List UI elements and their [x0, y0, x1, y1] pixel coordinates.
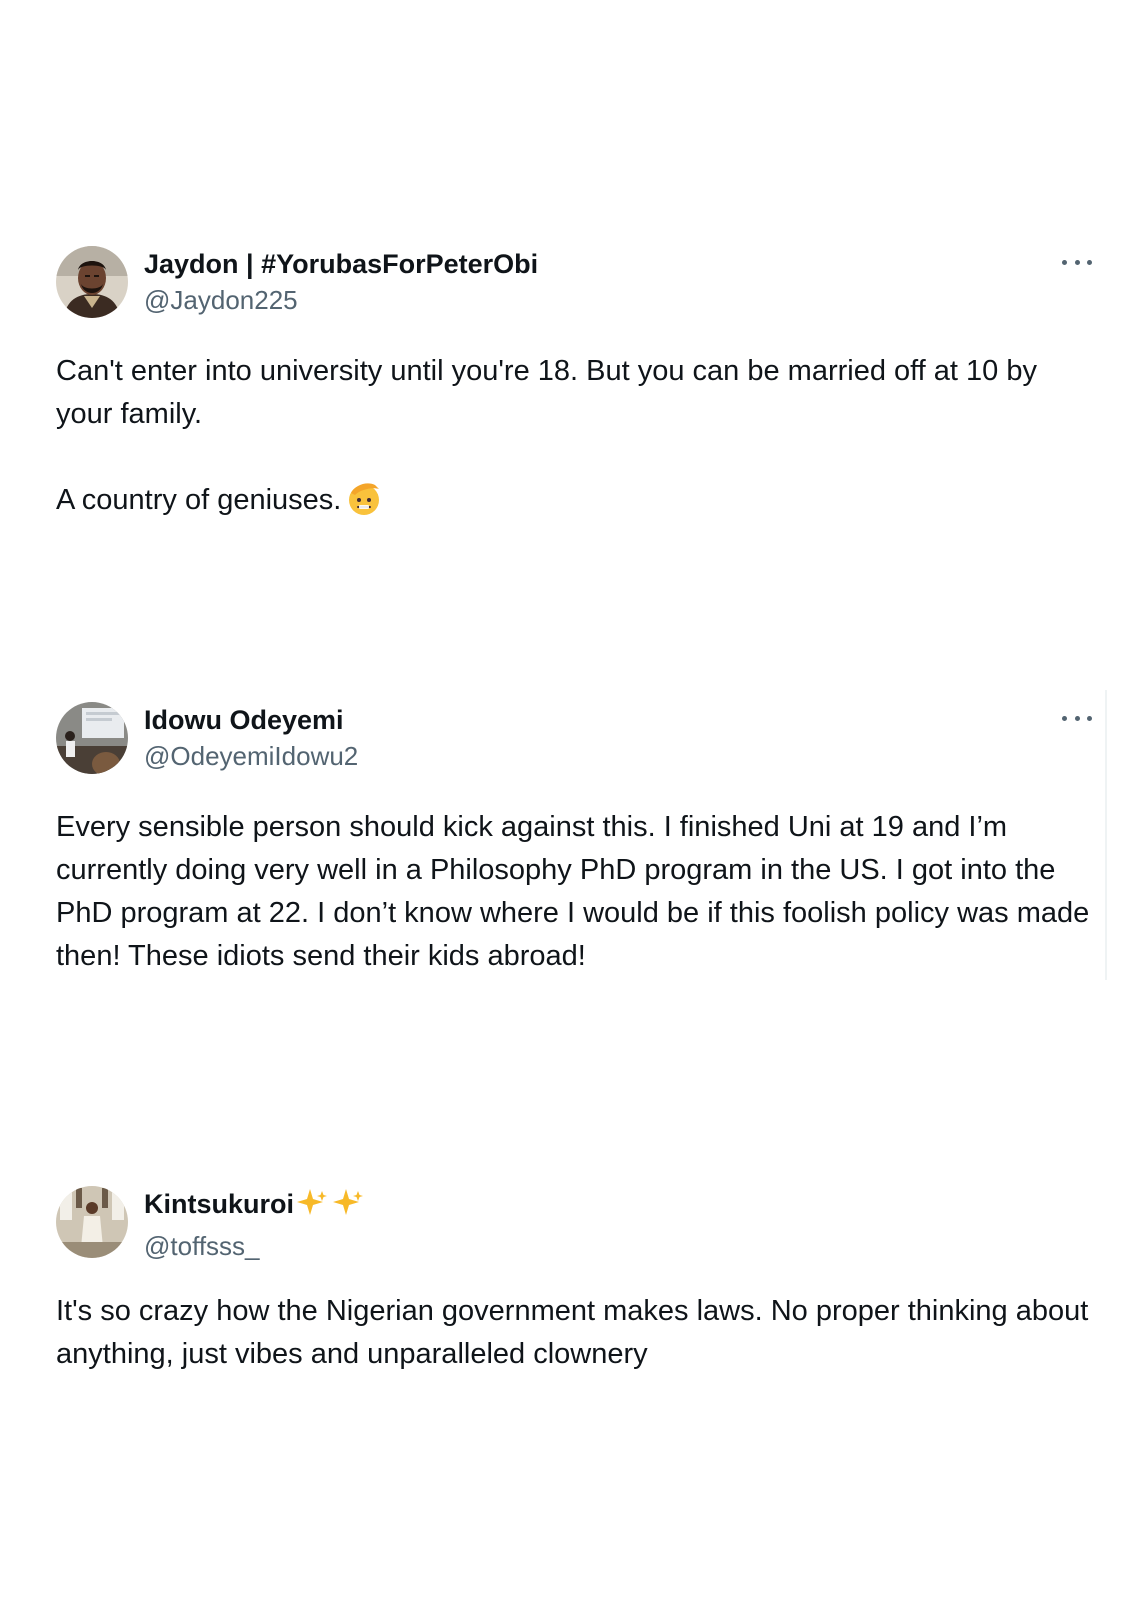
tweet-author: Idowu Odeyemi @OdeyemiIdowu2	[144, 702, 358, 774]
tweet-2[interactable]: Idowu Odeyemi @OdeyemiIdowu2 Every sensi…	[56, 702, 1096, 978]
scrollbar-track	[1105, 690, 1107, 980]
display-name[interactable]: Jaydon | #YorubasForPeterObi	[144, 246, 538, 282]
avatar-woman-photo-icon	[56, 1186, 128, 1258]
more-options-icon[interactable]	[1062, 708, 1092, 728]
avatar-presentation-photo-icon	[56, 702, 128, 774]
handle[interactable]: @toffsss_	[144, 1228, 366, 1264]
tweet-header: Kintsukuroi @toffsss_	[56, 1186, 1096, 1264]
more-options-icon[interactable]	[1062, 252, 1092, 272]
display-name[interactable]: Idowu Odeyemi	[144, 702, 358, 738]
avatar[interactable]	[56, 246, 128, 318]
tweet-3[interactable]: Kintsukuroi @toffsss_ It's so crazy how …	[56, 1186, 1096, 1376]
handle[interactable]: @Jaydon225	[144, 282, 538, 318]
tweet-1[interactable]: Jaydon | #YorubasForPeterObi @Jaydon225 …	[56, 246, 1096, 530]
tweet-text: Every sensible person should kick agains…	[56, 811, 1098, 972]
display-name[interactable]: Kintsukuroi	[144, 1186, 366, 1228]
tweet-header: Jaydon | #YorubasForPeterObi @Jaydon225	[56, 246, 1096, 324]
handle[interactable]: @OdeyemiIdowu2	[144, 738, 358, 774]
tweet-author: Kintsukuroi @toffsss_	[144, 1186, 366, 1264]
tweet-text: It's so crazy how the Nigerian governmen…	[56, 1295, 1097, 1370]
avatar-man-portrait-icon	[56, 246, 128, 318]
tweet-author: Jaydon | #YorubasForPeterObi @Jaydon225	[144, 246, 538, 318]
avatar[interactable]	[56, 702, 128, 774]
saluting-face-icon	[345, 479, 383, 530]
tweet-text: Can't enter into university until you're…	[56, 350, 1096, 530]
tweet-text-content: Can't enter into university until you're…	[56, 355, 1037, 516]
sparkles-icon	[296, 1187, 366, 1228]
display-name-text: Kintsukuroi	[144, 1189, 295, 1219]
tweet-header: Idowu Odeyemi @OdeyemiIdowu2	[56, 702, 1096, 780]
avatar[interactable]	[56, 1186, 128, 1258]
